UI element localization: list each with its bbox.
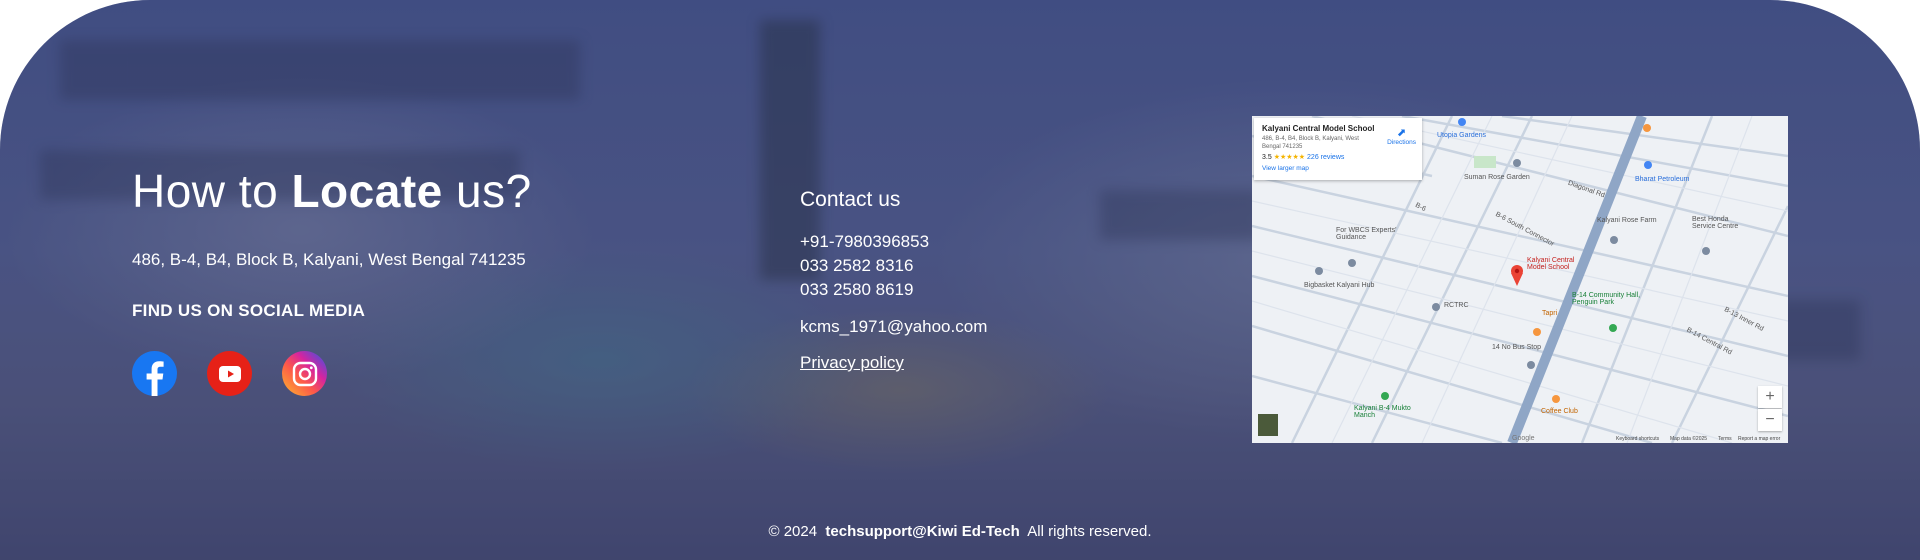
directions-button[interactable]: ⬈ Directions (1387, 126, 1416, 146)
school-address: 486, B-4, B4, Block B, Kalyani, West Ben… (132, 250, 526, 269)
map-label-rose-farm: Kalyani Rose Farm (1597, 217, 1657, 224)
locate-title-bold: Locate (291, 165, 443, 217)
privacy-policy-link[interactable]: Privacy policy (800, 353, 904, 373)
rating-value: 3.5 (1262, 154, 1272, 161)
instagram-link[interactable] (282, 351, 327, 396)
locate-title-suffix: us? (456, 165, 532, 217)
map-label-utopia: Utopia Gardens (1437, 132, 1487, 139)
facebook-icon (146, 361, 164, 396)
map-data-attribution: Map data ©2025 (1670, 436, 1708, 442)
phone-number-1[interactable]: +91-7980396853 (800, 232, 929, 252)
copyright-line: © 2024 techsupport@Kiwi Ed-Tech All righ… (0, 523, 1920, 540)
embedded-map[interactable]: Utopia Gardens Suman Rose Garden For WBC… (1252, 116, 1788, 443)
place-address: 486, B-4, B4, Block B, Kalyani, West Ben… (1262, 136, 1359, 150)
place-rating: 3.5 ★★★★★ 226 reviews (1262, 153, 1414, 161)
zoom-out-button[interactable]: − (1758, 409, 1782, 431)
terms-link[interactable]: Terms (1718, 436, 1732, 442)
copyright-company: techsupport@Kiwi Ed-Tech (825, 523, 1020, 540)
place-info-card: Kalyani Central Model School 486, B-4, B… (1254, 118, 1422, 180)
footer-section: How to Locate us? 486, B-4, B4, Block B,… (0, 0, 1920, 560)
facebook-link[interactable] (132, 351, 177, 396)
report-map-error-link[interactable]: Report a map error (1738, 436, 1780, 442)
map-label-coffee: Coffee Club (1541, 408, 1578, 415)
map-label-school-marker[interactable]: Kalyani Central Model School (1527, 257, 1587, 271)
reviews-link[interactable]: 226 reviews (1307, 154, 1344, 161)
copyright-prefix: © 2024 (768, 523, 818, 540)
youtube-link[interactable] (207, 351, 252, 396)
map-label-honda: Best Honda Service Centre (1692, 216, 1739, 230)
phone-number-3[interactable]: 033 2580 8619 (800, 280, 913, 300)
map-label-suman: Suman Rose Garden (1464, 174, 1530, 181)
map-label-bigbasket: Bigbasket Kalyani Hub (1304, 282, 1375, 289)
map-label-petroleum: Bharat Petroleum (1635, 176, 1690, 183)
instagram-icon (292, 361, 317, 386)
map-label-tapri: Tapri (1542, 310, 1558, 317)
map-label-community: B-14 Community Hall, Penguin Park (1572, 292, 1641, 306)
email-link[interactable]: kcms_1971@yahoo.com (800, 317, 987, 337)
contact-heading: Contact us (800, 188, 901, 211)
map-label-bus-stop: 14 No Bus Stop (1492, 344, 1542, 351)
locate-title: How to Locate us? (132, 164, 532, 218)
phone-number-2[interactable]: 033 2582 8316 (800, 256, 913, 276)
copyright-suffix: All rights reserved. (1027, 523, 1152, 540)
google-logo: Google (1512, 435, 1535, 442)
directions-icon: ⬈ (1396, 127, 1407, 139)
rating-stars: ★★★★★ (1273, 154, 1306, 161)
directions-label: Directions (1387, 139, 1416, 146)
zoom-in-button[interactable]: + (1758, 386, 1782, 408)
social-heading: FIND US ON SOCIAL MEDIA (132, 301, 366, 320)
view-larger-map-link[interactable]: View larger map (1262, 165, 1414, 172)
map-label-wbcs: For WBCS Experts' Guidance (1336, 227, 1397, 241)
youtube-icon (218, 365, 241, 382)
locate-title-prefix: How to (132, 165, 279, 217)
map-label-rctrc: RCTRC (1444, 302, 1469, 309)
keyboard-shortcuts-link[interactable]: Keyboard shortcuts (1616, 436, 1659, 442)
map-label-mukto-manch: Kalyani B-4 Mukto Manch (1354, 405, 1411, 419)
